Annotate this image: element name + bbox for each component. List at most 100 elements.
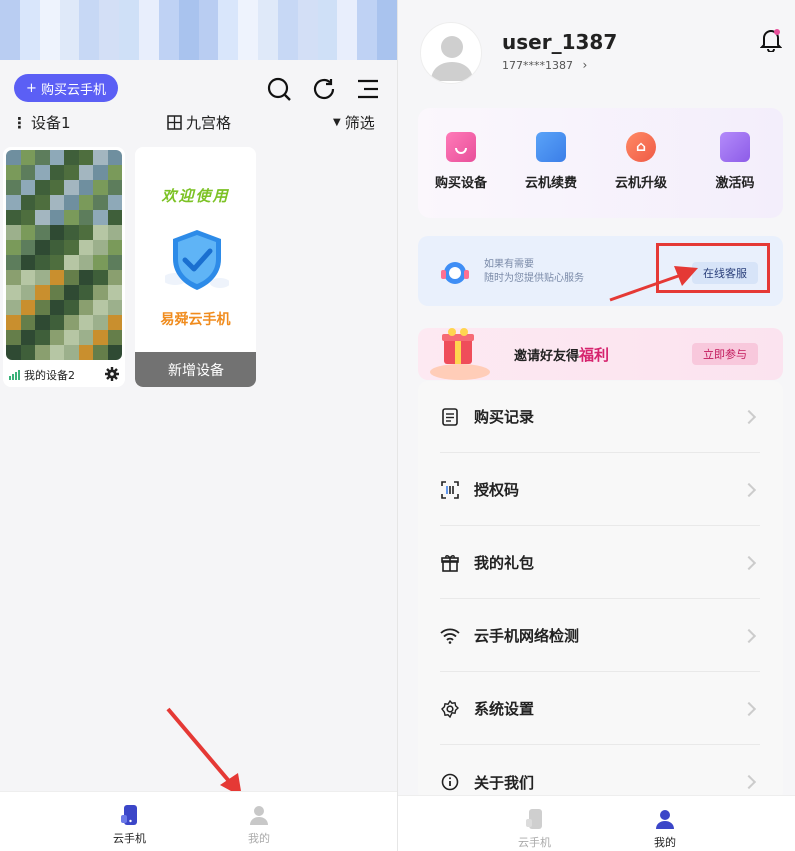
annotation-arrow bbox=[166, 707, 242, 797]
quick-upgrade[interactable]: ⌂ 云机升级 bbox=[606, 132, 676, 191]
quick-activation-code[interactable]: 激活码 bbox=[700, 132, 770, 191]
phone-number-link[interactable]: 177****1387 › bbox=[502, 58, 587, 72]
group-selector[interactable]: ⋮ 设备1 bbox=[12, 112, 71, 133]
buy-cloud-phone-button[interactable]: + 购买云手机 bbox=[14, 74, 118, 102]
preview-tile bbox=[93, 195, 108, 210]
preview-tile bbox=[35, 240, 50, 255]
invite-highlight: 福利 bbox=[579, 346, 610, 364]
add-device-button[interactable]: 新增设备 bbox=[135, 352, 256, 387]
mosaic-tile bbox=[79, 40, 100, 60]
brand-name: 易舜云手机 bbox=[160, 312, 231, 328]
preview-tile bbox=[6, 255, 21, 270]
invite-banner[interactable]: 邀请好友得福利 立即参与 bbox=[418, 328, 783, 380]
refresh-icon[interactable] bbox=[311, 76, 337, 102]
preview-tile bbox=[20, 165, 35, 180]
search-icon[interactable] bbox=[266, 76, 292, 102]
mosaic-tile bbox=[158, 0, 179, 20]
menu-about-us-label: 关于我们 bbox=[474, 773, 535, 792]
gift-icon bbox=[440, 553, 460, 573]
username: user_1387 bbox=[502, 30, 618, 54]
preview-tile bbox=[35, 345, 50, 360]
preview-tile bbox=[35, 180, 50, 195]
mosaic-tile bbox=[158, 20, 179, 40]
nav-mine[interactable]: 我的 bbox=[654, 808, 676, 850]
mosaic-tile bbox=[138, 0, 159, 20]
preview-tile bbox=[107, 150, 122, 165]
nav-cloud-phone-label: 云手机 bbox=[518, 836, 551, 849]
preview-tile bbox=[6, 195, 21, 210]
mosaic-tile bbox=[39, 20, 60, 40]
view-mode-label: 九宫格 bbox=[186, 114, 232, 132]
mosaic-tile bbox=[99, 40, 120, 60]
mosaic-tile bbox=[119, 0, 139, 20]
nav-cloud-phone[interactable]: 云手机 bbox=[518, 808, 551, 850]
preview-tile bbox=[78, 270, 93, 285]
service-line-1: 如果有需要 bbox=[484, 259, 534, 270]
mine-screen: user_1387 177****1387 › 购买设备 云机续费 ⌂ 云机升级… bbox=[398, 0, 795, 851]
preview-tile bbox=[6, 315, 21, 330]
preview-tile bbox=[93, 150, 108, 165]
preview-tile bbox=[6, 300, 21, 315]
quick-renew[interactable]: 云机续费 bbox=[516, 132, 586, 191]
preview-tile bbox=[78, 255, 93, 270]
preview-tile bbox=[20, 285, 35, 300]
mosaic-tile bbox=[317, 40, 338, 60]
preview-tile bbox=[107, 270, 122, 285]
device-card[interactable]: 我的设备2 bbox=[3, 147, 125, 387]
menu-network-check-label: 云手机网络检测 bbox=[474, 627, 580, 645]
preview-tile bbox=[35, 255, 50, 270]
mosaic-tile bbox=[317, 20, 338, 40]
preview-tile bbox=[20, 330, 35, 345]
preview-tile bbox=[64, 165, 79, 180]
menu-auth-code[interactable]: 授权码 bbox=[440, 454, 760, 526]
menu-purchase-records[interactable]: 购买记录 bbox=[440, 381, 760, 453]
preview-tile bbox=[93, 165, 108, 180]
nav-cloud-phone[interactable]: 云手机 bbox=[113, 804, 146, 846]
preview-tile bbox=[64, 300, 79, 315]
mosaic-tile bbox=[377, 40, 397, 60]
menu-system-settings[interactable]: 系统设置 bbox=[440, 673, 760, 745]
preview-tile bbox=[6, 330, 21, 345]
mosaic-tile bbox=[0, 20, 20, 40]
settings-menu: 购买记录 授权码 我的礼包 云手机网络检测 系统设置 关于我们 bbox=[418, 381, 783, 801]
nav-mine[interactable]: 我的 bbox=[248, 804, 270, 846]
mosaic-tile bbox=[59, 20, 80, 40]
filter-button[interactable]: ▼ 筛选 bbox=[333, 112, 375, 133]
preview-tile bbox=[35, 165, 50, 180]
preview-tile bbox=[78, 210, 93, 225]
preview-tile bbox=[35, 195, 50, 210]
wifi-icon bbox=[440, 626, 460, 646]
mosaic-tile bbox=[337, 40, 358, 60]
view-mode-toggle[interactable]: 九宫格 bbox=[167, 112, 231, 133]
mosaic-tile bbox=[357, 40, 378, 60]
preview-tile bbox=[49, 270, 64, 285]
mosaic-tile bbox=[337, 20, 358, 40]
device-settings-gear-icon[interactable] bbox=[105, 367, 119, 381]
quick-buy-device[interactable]: 购买设备 bbox=[426, 132, 496, 191]
menu-network-check[interactable]: 云手机网络检测 bbox=[440, 600, 760, 672]
preview-tile bbox=[107, 330, 122, 345]
avatar[interactable] bbox=[420, 22, 482, 84]
buy-cloud-phone-label: 购买云手机 bbox=[40, 82, 106, 98]
preview-tile bbox=[49, 285, 64, 300]
signal-icon bbox=[9, 370, 20, 380]
mosaic-tile bbox=[138, 20, 159, 40]
add-device-card[interactable]: 欢迎使用 易舜云手机 新增设备 bbox=[135, 147, 256, 387]
mosaic-tile bbox=[238, 0, 259, 20]
preview-tile bbox=[35, 150, 50, 165]
nav-cloud-phone-label: 云手机 bbox=[113, 832, 146, 845]
mosaic-tile bbox=[178, 40, 199, 60]
preview-tile bbox=[107, 285, 122, 300]
preview-tile bbox=[78, 345, 93, 360]
more-vertical-icon: ⋮ bbox=[12, 113, 27, 132]
chevron-right-icon bbox=[741, 409, 757, 424]
join-now-button[interactable]: 立即参与 bbox=[692, 343, 758, 365]
preview-tile bbox=[64, 345, 79, 360]
menu-my-gifts[interactable]: 我的礼包 bbox=[440, 527, 760, 599]
notification-bell-icon[interactable] bbox=[760, 28, 782, 52]
preview-tile bbox=[78, 225, 93, 240]
mosaic-tile bbox=[119, 40, 139, 60]
menu-icon[interactable] bbox=[355, 76, 381, 102]
preview-tile bbox=[64, 180, 79, 195]
preview-tile bbox=[20, 180, 35, 195]
